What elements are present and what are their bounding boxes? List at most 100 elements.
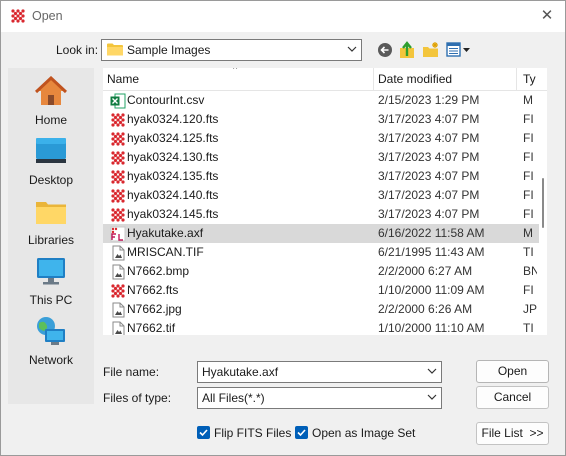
file-date-cell: 3/17/2023 4:07 PM	[378, 112, 480, 126]
file-type-cell: TI	[523, 321, 534, 335]
image-file-icon	[110, 302, 126, 318]
fits-icon	[110, 131, 126, 147]
file-row[interactable]: hyak0324.140.fts 3/17/2023 4:07 PM FI	[103, 186, 539, 205]
file-name-cell: N7662.bmp	[127, 264, 190, 278]
file-type-cell: FI	[523, 169, 534, 183]
file-date-cell: 2/15/2023 1:29 PM	[378, 93, 480, 107]
place-this-pc[interactable]: This PC	[8, 256, 94, 314]
file-type-value: All Files(*.*)	[202, 391, 265, 405]
file-date-cell: 3/17/2023 4:07 PM	[378, 188, 480, 202]
cancel-button[interactable]: Cancel	[476, 386, 549, 409]
flip-fits-checkbox[interactable]	[197, 426, 210, 439]
file-name-cell: N7662.tif	[127, 321, 176, 335]
file-type-cell: FI	[523, 112, 534, 126]
new-folder-icon[interactable]	[422, 40, 440, 60]
file-type-cell: FI	[523, 188, 534, 202]
file-date-cell: 3/17/2023 4:07 PM	[378, 150, 480, 164]
file-row[interactable]: hyak0324.120.fts 3/17/2023 4:07 PM FI	[103, 110, 539, 129]
file-name-cell: hyak0324.120.fts	[127, 112, 219, 126]
look-in-dropdown[interactable]: Sample Images	[101, 39, 362, 61]
column-header-date[interactable]: Date modified	[378, 68, 452, 90]
sort-ascending-icon: ^	[233, 68, 238, 74]
chevron-down-icon	[347, 46, 357, 52]
place-desktop[interactable]: Desktop	[8, 136, 94, 194]
file-row[interactable]: hyak0324.130.fts 3/17/2023 4:07 PM FI	[103, 148, 539, 167]
file-row[interactable]: N7662.fts 1/10/2000 11:09 AM FI	[103, 281, 539, 300]
desktop-icon	[36, 138, 66, 163]
look-in-value: Sample Images	[127, 43, 211, 57]
list-header: ^ Name Date modified Ty	[103, 68, 547, 91]
close-icon[interactable]: ✕	[535, 5, 559, 27]
file-type-label: Files of type:	[103, 391, 172, 405]
image-file-icon	[110, 321, 126, 335]
file-row[interactable]: ContourInt.csv 2/15/2023 1:29 PM M	[103, 91, 539, 110]
fits-icon	[110, 112, 126, 128]
file-name-cell: hyak0324.130.fts	[127, 150, 219, 164]
chevron-down-icon	[427, 394, 437, 400]
column-header-name[interactable]: Name	[107, 68, 139, 90]
file-date-cell: 3/17/2023 4:07 PM	[378, 131, 480, 145]
file-row[interactable]: Hyakutake.axf 6/16/2022 11:58 AM M	[103, 224, 539, 243]
file-row[interactable]: hyak0324.135.fts 3/17/2023 4:07 PM FI	[103, 167, 539, 186]
file-name-cell: hyak0324.145.fts	[127, 207, 219, 221]
place-label-desktop: Desktop	[28, 173, 74, 187]
fits-icon	[110, 207, 126, 223]
place-home[interactable]: Home	[8, 76, 94, 134]
file-date-cell: 2/2/2000 6:26 AM	[378, 302, 473, 316]
home-icon	[35, 76, 67, 105]
open-dialog: Open ✕ Look in: Sample Images Home Deskt…	[0, 0, 566, 456]
open-as-image-set-label[interactable]: Open as Image Set	[312, 426, 415, 440]
file-row[interactable]: hyak0324.125.fts 3/17/2023 4:07 PM FI	[103, 129, 539, 148]
vertical-scrollbar[interactable]	[541, 90, 547, 335]
file-name-value: Hyakutake.axf	[202, 365, 279, 379]
place-label-network: Network	[28, 353, 73, 367]
file-row[interactable]: N7662.bmp 2/2/2000 6:27 AM BN	[103, 262, 539, 281]
file-name-cell: MRISCAN.TIF	[127, 245, 204, 259]
flip-fits-label[interactable]: Flip FITS Files	[214, 426, 291, 440]
up-folder-icon[interactable]	[399, 40, 417, 60]
column-divider[interactable]	[373, 68, 374, 90]
checkmark-icon	[199, 429, 208, 437]
file-date-cell: 6/21/1995 11:43 AM	[378, 245, 485, 259]
column-header-type[interactable]: Ty	[523, 68, 536, 90]
file-name-label: File name:	[103, 365, 160, 379]
column-divider[interactable]	[516, 68, 517, 90]
fits-icon	[110, 169, 126, 185]
file-name-cell: hyak0324.140.fts	[127, 188, 219, 202]
this-pc-icon	[37, 258, 65, 285]
fits-icon	[110, 283, 126, 299]
view-menu-icon[interactable]	[446, 40, 472, 60]
file-type-cell: M	[523, 226, 533, 240]
place-libraries[interactable]: Libraries	[8, 196, 94, 254]
file-row[interactable]: N7662.jpg 2/2/2000 6:26 AM JP	[103, 300, 539, 319]
libraries-icon	[36, 202, 66, 224]
place-label-libraries: Libraries	[27, 233, 75, 247]
file-date-cell: 1/10/2000 11:10 AM	[378, 321, 485, 335]
chevron-down-icon[interactable]	[427, 366, 437, 376]
file-list-button[interactable]: File List >>	[476, 422, 549, 445]
window-title: Open	[32, 9, 63, 23]
fits-icon	[110, 188, 126, 204]
file-row[interactable]: N7662.tif 1/10/2000 11:10 AM TI	[103, 319, 539, 335]
file-type-cell: BN	[523, 264, 537, 278]
file-type-cell: M	[523, 93, 533, 107]
fits-icon	[110, 150, 126, 166]
file-type-dropdown[interactable]: All Files(*.*)	[197, 387, 442, 409]
file-name-cell: ContourInt.csv	[127, 93, 205, 107]
place-network[interactable]: Network	[8, 316, 94, 374]
file-type-cell: FI	[523, 283, 534, 297]
file-name-cell: hyak0324.135.fts	[127, 169, 219, 183]
file-row[interactable]: MRISCAN.TIF 6/21/1995 11:43 AM TI	[103, 243, 539, 262]
file-type-cell: FI	[523, 150, 534, 164]
file-row[interactable]: hyak0324.145.fts 3/17/2023 4:07 PM FI	[103, 205, 539, 224]
back-arrow-icon[interactable]	[377, 40, 393, 60]
file-date-cell: 3/17/2023 4:07 PM	[378, 169, 480, 183]
file-name-input[interactable]: Hyakutake.axf	[197, 361, 442, 383]
open-as-image-set-checkbox[interactable]	[295, 426, 308, 439]
file-type-cell: JP	[523, 302, 537, 316]
scrollbar-thumb[interactable]	[542, 178, 544, 228]
file-name-cell: N7662.fts	[127, 283, 179, 297]
file-list[interactable]: ^ Name Date modified Ty ContourInt.csv 2/…	[103, 68, 547, 335]
image-file-icon	[110, 264, 126, 280]
open-button[interactable]: Open	[476, 360, 549, 383]
